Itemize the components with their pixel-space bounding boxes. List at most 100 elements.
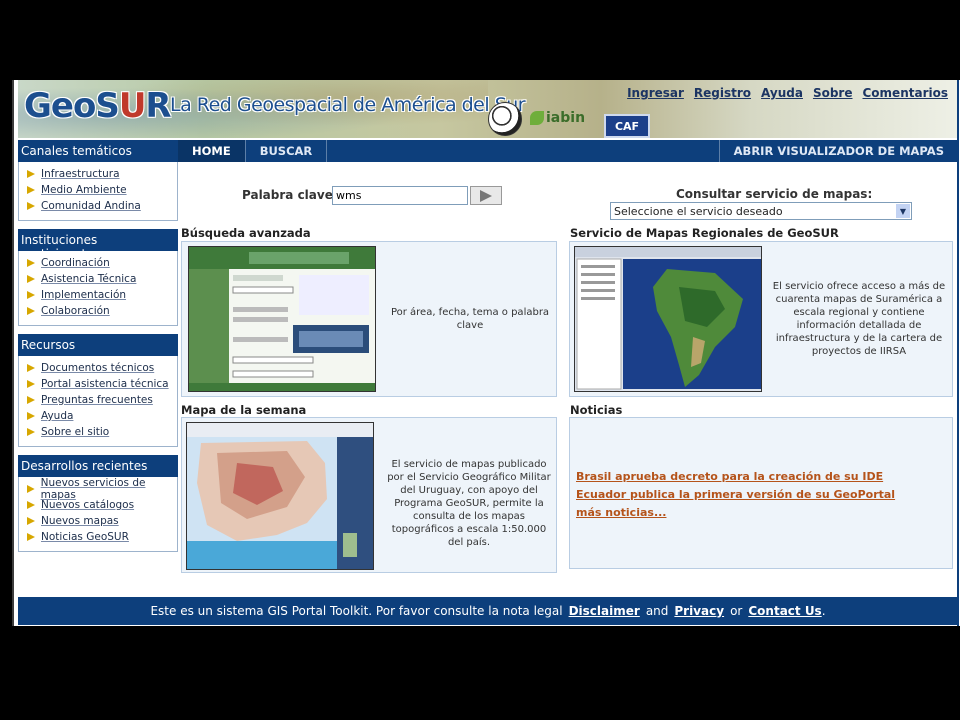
contact-link[interactable]: Contact Us [748,604,821,618]
arrow-icon [27,380,35,388]
arrow-icon [27,485,35,493]
chevron-down-icon[interactable]: ▼ [896,204,910,218]
sidebar-item-label: Medio Ambiente [41,184,127,196]
sidebar-item-label: Portal asistencia técnica [41,378,169,390]
link-ingresar[interactable]: Ingresar [627,86,684,100]
sidebar-heading-recursos: Recursos [18,334,178,356]
sidebar-item-label: Asistencia Técnica [41,273,137,285]
search-form-thumbnail [189,247,375,391]
top-links: Ingresar Registro Ayuda Sobre Comentario… [627,86,948,100]
arrow-icon [27,202,35,210]
sidebar-item-label: Preguntas frecuentes [41,394,153,406]
footer-text: Este es un sistema GIS Portal Toolkit. P… [150,604,563,618]
footer: Este es un sistema GIS Portal Toolkit. P… [18,597,958,625]
main-nav: HOME BUSCAR ABRIR VISUALIZADOR DE MAPAS [178,140,958,162]
iabin-logo[interactable]: iabin [530,110,585,126]
sidebar-item-infraestructura[interactable]: Infraestructura [27,166,177,182]
sidebar-item-documentos[interactable]: Documentos técnicos [27,360,177,376]
news-link-ecuador[interactable]: Ecuador publica la primera versión de su… [576,488,895,501]
link-ayuda[interactable]: Ayuda [761,86,803,100]
browser-page: GeoSUR La Red Geoespacial de América del… [12,80,960,626]
busqueda-title: Búsqueda avanzada [181,226,311,240]
map-service-label: Consultar servicio de mapas: [676,187,873,201]
noticias-title: Noticias [570,403,623,417]
geosur-logo[interactable]: GeoSUR [24,86,172,126]
sidebar-item-nuevos-mapas[interactable]: Nuevos mapas [27,513,177,529]
arrow-icon [27,517,35,525]
arrow-icon [27,533,35,541]
arrow-icon [27,428,35,436]
iabin-text: iabin [546,110,586,126]
sidebar-item-label: Comunidad Andina [41,200,141,212]
arrow-icon [27,307,35,315]
sidebar-item-label: Nuevos servicios de mapas [40,477,146,501]
logo-text-a: GeoS [24,86,120,126]
sidebar-list-recursos: Documentos técnicos Portal asistencia té… [18,356,178,447]
news-link-brasil[interactable]: Brasil aprueba decreto para la creación … [576,470,883,483]
noticias-panel: Brasil aprueba decreto para la creación … [569,417,953,569]
link-registro[interactable]: Registro [694,86,751,100]
link-sobre[interactable]: Sobre [813,86,853,100]
sidebar-item-medio-ambiente[interactable]: Medio Ambiente [27,182,177,198]
disclaimer-link[interactable]: Disclaimer [569,604,640,618]
arrow-icon [27,170,35,178]
sidebar-heading-desarrollos: Desarrollos recientes [18,455,178,477]
mapa-semana-description: El servicio de mapas publicado por el Se… [387,459,551,548]
keyword-input[interactable] [332,186,468,205]
servicio-screenshot[interactable] [574,246,762,392]
sidebar-item-implementacion[interactable]: Implementación [27,287,177,303]
news-link-mas[interactable]: más noticias... [576,506,666,519]
sidebar-item-coordinacion[interactable]: Coordinación [27,255,177,271]
tab-home[interactable]: HOME [178,140,246,162]
open-map-viewer-button[interactable]: ABRIR VISUALIZADOR DE MAPAS [718,140,958,162]
privacy-link[interactable]: Privacy [674,604,724,618]
arrow-icon [27,364,35,372]
sidebar-item-comunidad-andina[interactable]: Comunidad Andina [27,198,177,214]
mapa-semana-title: Mapa de la semana [181,403,307,417]
tab-buscar[interactable]: BUSCAR [246,140,328,162]
sidebar-item-noticias-geosur[interactable]: Noticias GeoSUR [27,529,177,545]
keyword-label: Palabra clave: [242,188,338,202]
left-border [12,80,14,626]
sidebar-item-label: Infraestructura [41,168,120,180]
left-sidebar: Canales temáticos Infraestructura Medio … [18,140,178,552]
arrow-icon [27,186,35,194]
mapa-semana-panel[interactable]: El servicio de mapas publicado por el Se… [181,417,557,573]
sidebar-list-desarrollos: Nuevos servicios de mapas Nuevos catálog… [18,477,178,552]
sidebar-item-preguntas[interactable]: Preguntas frecuentes [27,392,177,408]
sidebar-item-portal-asistencia[interactable]: Portal asistencia técnica [27,376,177,392]
south-america-map-thumbnail [575,247,761,391]
sidebar-item-label: Sobre el sitio [41,426,110,438]
right-border [957,80,959,626]
logo-text-r: R [145,86,171,126]
caf-text: CAF [614,119,640,133]
sidebar-item-asistencia-tecnica[interactable]: Asistencia Técnica [27,271,177,287]
caf-logo[interactable]: CAF [604,114,650,138]
link-comentarios[interactable]: Comentarios [863,86,949,100]
play-arrow-icon [480,189,492,202]
sidebar-item-label: Coordinación [41,257,110,269]
busqueda-panel[interactable]: Por área, fecha, tema o palabra clave [181,241,557,397]
servicio-title: Servicio de Mapas Regionales de GeoSUR [570,226,839,240]
sidebar-item-colaboracion[interactable]: Colaboración [27,303,177,319]
footer-dot: . [821,604,826,618]
sidebar-item-label: Colaboración [41,305,110,317]
sidebar-list-instituciones: Coordinación Asistencia Técnica Implemen… [18,251,178,326]
search-go-button[interactable] [470,186,502,205]
map-service-select[interactable]: Seleccione el servicio deseado ▼ [610,202,912,220]
mapa-semana-screenshot[interactable] [186,422,374,570]
sidebar-item-label: Documentos técnicos [41,362,155,374]
sidebar-item-sobre-sitio[interactable]: Sobre el sitio [27,424,177,440]
sidebar-item-ayuda[interactable]: Ayuda [27,408,177,424]
sidebar-item-label: Nuevos catálogos [41,499,135,511]
arrow-icon [27,501,35,509]
arrow-icon [27,412,35,420]
busqueda-screenshot[interactable] [188,246,376,392]
logo-text-u: U [118,86,147,126]
sidebar-item-label: Ayuda [41,410,74,422]
servicio-panel[interactable]: El servicio ofrece acceso a más de cuare… [569,241,953,397]
arrow-icon [27,275,35,283]
sidebar-list-canales: Infraestructura Medio Ambiente Comunidad… [18,162,178,221]
sidebar-item-nuevos-servicios[interactable]: Nuevos servicios de mapas [27,477,177,501]
header-banner: GeoSUR La Red Geoespacial de América del… [18,80,958,138]
